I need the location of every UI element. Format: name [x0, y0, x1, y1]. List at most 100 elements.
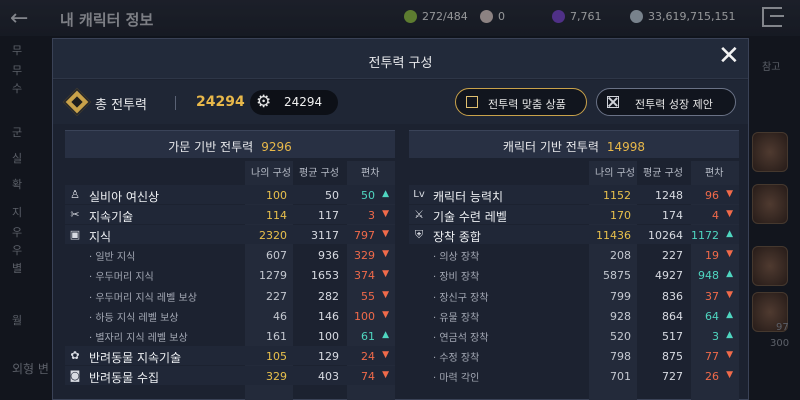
- deviation-value: 3: [368, 209, 375, 223]
- bg-number: 300: [770, 338, 790, 349]
- my-value: 798: [610, 349, 631, 363]
- deviation-value: 19: [705, 249, 719, 263]
- table-row[interactable]: · 유물 장착 928 864 64 ▲: [409, 306, 739, 326]
- bg-label: 지: [12, 206, 23, 219]
- table-row[interactable]: ▣ 지식 2320 3117 797 ▼: [65, 225, 395, 245]
- arrow-down-icon: ▼: [382, 209, 389, 220]
- portrait-icon[interactable]: [752, 246, 788, 286]
- modal-title: 전투력 구성: [368, 56, 433, 71]
- table-row[interactable]: · 하등 지식 레벨 보상 46 146 100 ▼: [65, 306, 395, 326]
- my-value: 701: [610, 369, 631, 383]
- arrow-down-icon: ▼: [382, 249, 389, 260]
- bg-label: 군: [12, 126, 23, 139]
- paw-icon: ✿: [70, 348, 80, 362]
- my-value: 329: [266, 369, 287, 383]
- row-label: · 장비 장착: [433, 272, 480, 284]
- gear-power-pill: ⚙ 24294: [250, 90, 338, 115]
- row-label: 지속기술: [89, 210, 134, 225]
- panel-title: 캐릭터 기반 전투력: [502, 140, 599, 154]
- resource-value: 0: [498, 10, 505, 23]
- my-value: 114: [266, 209, 287, 223]
- average-value: 117: [318, 209, 339, 223]
- table-row[interactable]: Lv 캐릭터 능력치 1152 1248 96 ▼: [409, 185, 739, 205]
- column-header: 편차: [705, 168, 724, 179]
- arrow-up-icon: ▲: [382, 189, 389, 199]
- table-row[interactable]: · 우두머리 지식 1279 1653 374 ▼: [65, 265, 395, 285]
- bg-label: 별: [12, 262, 23, 275]
- average-value: 129: [318, 349, 339, 363]
- table-row[interactable]: · 우두머리 지식 레벨 보상 227 282 55 ▼: [65, 286, 395, 306]
- level-icon: Lv: [413, 189, 425, 200]
- panel-value: 14998: [606, 140, 646, 154]
- appearance-tab[interactable]: 외형 변: [12, 360, 49, 377]
- table-row[interactable]: ♙ 실비아 여신상 100 50 50 ▲: [65, 185, 395, 205]
- panel-header: 가문 기반 전투력 9296: [65, 130, 395, 158]
- my-value: 520: [610, 329, 631, 343]
- pearl-icon: [480, 10, 493, 23]
- bg-label: 확: [12, 178, 23, 191]
- portrait-icon[interactable]: [752, 184, 788, 224]
- modal-header: 전투력 구성 ✕: [53, 39, 748, 79]
- deviation-value: 1172: [691, 229, 719, 243]
- total-power-summary: 총 전투력 24294 ⚙ 24294 전투력 맞춤 상품 전투력 성장 제안: [53, 80, 748, 124]
- arrow-down-icon: ▼: [726, 349, 733, 360]
- bg-label: 우: [12, 226, 23, 239]
- table-row[interactable]: · 의상 장착 208 227 19 ▼: [409, 245, 739, 265]
- gear-power-value: 24294: [284, 95, 323, 109]
- average-value: 936: [318, 249, 339, 263]
- arrow-down-icon: ▼: [382, 369, 389, 380]
- growth-suggestion-button[interactable]: 전투력 성장 제안: [596, 88, 736, 116]
- average-value: 403: [318, 369, 339, 383]
- row-label: · 하등 지식 레벨 보상: [89, 312, 179, 324]
- exit-icon[interactable]: [762, 7, 784, 27]
- average-value: 875: [662, 349, 683, 363]
- bg-label: 실: [12, 152, 23, 165]
- table-row[interactable]: · 일반 지식 607 936 329 ▼: [65, 245, 395, 265]
- deviation-value: 64: [705, 309, 719, 323]
- table-row[interactable]: · 장신구 장착 799 836 37 ▼: [409, 286, 739, 306]
- custom-product-button[interactable]: 전투력 맞춤 상품: [455, 88, 587, 116]
- divider: [175, 96, 176, 110]
- average-value: 174: [662, 209, 683, 223]
- average-value: 282: [318, 289, 339, 303]
- panel-header: 캐릭터 기반 전투력 14998: [409, 130, 739, 158]
- arrow-down-icon: ▼: [726, 209, 733, 220]
- combat-power-modal: 전투력 구성 ✕ 총 전투력 24294 ⚙ 24294 전투력 맞춤 상품 전…: [52, 38, 749, 400]
- table-row[interactable]: · 연금석 장착 520 517 3 ▲: [409, 326, 739, 346]
- close-icon[interactable]: ✕: [718, 41, 740, 71]
- resource-gem: 272/484: [404, 10, 468, 23]
- arrow-up-icon: ▲: [726, 269, 733, 280]
- table-row[interactable]: ◙ 반려동물 수집 329 403 74 ▼: [65, 366, 395, 386]
- resource-value: 7,761: [570, 10, 602, 23]
- bg-label: 우: [12, 244, 23, 257]
- arrow-down-icon: ▼: [726, 369, 733, 380]
- row-label: · 우두머리 지식: [89, 272, 154, 284]
- back-arrow-icon[interactable]: ←: [10, 6, 28, 31]
- arrow-down-icon: ▼: [382, 309, 389, 320]
- row-label: · 유물 장착: [433, 312, 480, 324]
- page-title: 내 캐릭터 정보: [60, 11, 154, 29]
- deviation-value: 74: [361, 369, 375, 383]
- column-header: 평균 구성: [643, 168, 683, 179]
- app-root: ← 내 캐릭터 정보 272/484 0 7,761 33,619,715,15…: [0, 0, 800, 400]
- row-label: 지식: [89, 230, 112, 245]
- my-value: 170: [610, 209, 631, 223]
- bg-label: 수: [12, 82, 23, 95]
- coin-icon: [630, 10, 643, 23]
- table-row[interactable]: · 장비 장착 5875 4927 948 ▲: [409, 265, 739, 285]
- bg-number: 97: [776, 322, 789, 333]
- portrait-icon[interactable]: [752, 132, 788, 172]
- background-left-panel: 무 무 수 군 실 확 지 우 우 별 월: [0, 36, 60, 400]
- table-row[interactable]: · 마력 각인 701 727 26 ▼: [409, 366, 739, 386]
- average-value: 1653: [311, 269, 339, 283]
- table-row[interactable]: ✿ 반려동물 지속기술 105 129 24 ▼: [65, 346, 395, 366]
- table-row[interactable]: · 별자리 지식 레벨 보상 161 100 61 ▲: [65, 326, 395, 346]
- table-row[interactable]: ✂ 지속기술 114 117 3 ▼: [65, 205, 395, 225]
- book-icon: ▣: [69, 228, 81, 242]
- table-row[interactable]: · 수정 장착 798 875 77 ▼: [409, 346, 739, 366]
- pet-book-icon: ◙: [69, 368, 81, 382]
- report-icon: [607, 96, 619, 108]
- deviation-value: 77: [705, 349, 719, 363]
- table-row[interactable]: ⚔ 기술 수련 레벨 170 174 4 ▼: [409, 205, 739, 225]
- table-row[interactable]: ⛨ 장착 종합 11436 10264 1172 ▲: [409, 225, 739, 245]
